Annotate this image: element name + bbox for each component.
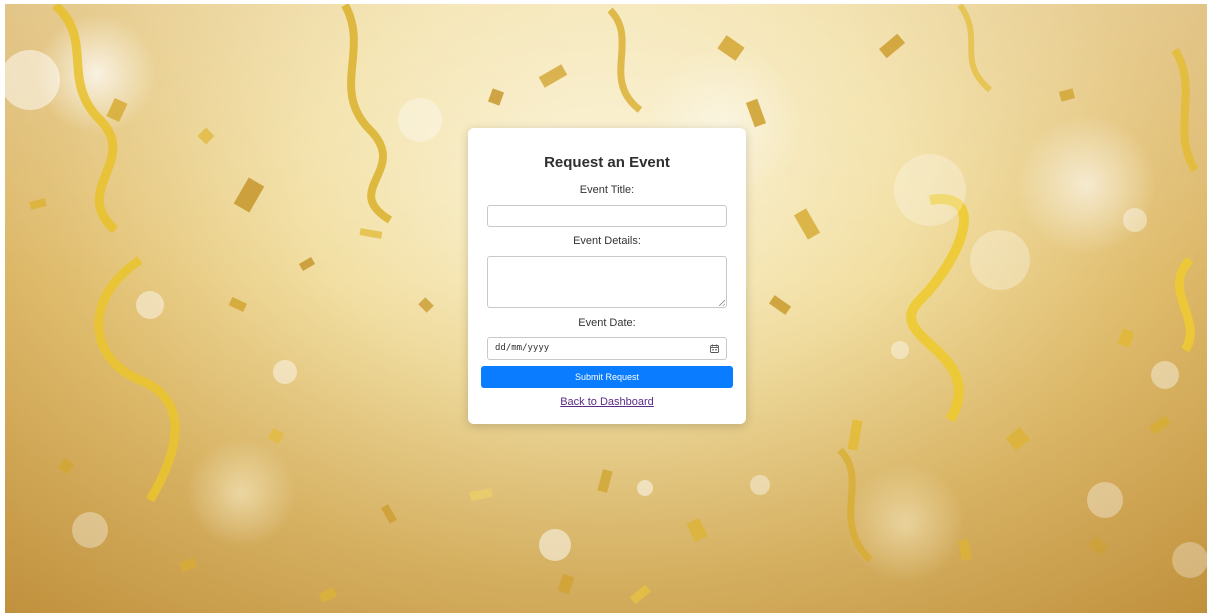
form-title: Request an Event <box>544 154 670 171</box>
event-details-label: Event Details: <box>573 235 641 247</box>
back-to-dashboard-link[interactable]: Back to Dashboard <box>560 396 654 408</box>
request-event-card: Request an Event Event Title: Event Deta… <box>468 128 746 424</box>
event-details-textarea[interactable] <box>487 256 727 308</box>
left-border <box>0 0 5 616</box>
resize-grip-icon[interactable] <box>719 300 725 306</box>
event-date-input[interactable]: dd/mm/yyyy <box>487 337 727 360</box>
page-background: Request an Event Event Title: Event Deta… <box>0 0 1207 616</box>
event-title-input[interactable] <box>487 205 727 227</box>
top-border <box>0 0 1207 4</box>
event-title-label: Event Title: <box>579 184 635 196</box>
event-date-label: Event Date: <box>578 317 636 329</box>
calendar-icon[interactable] <box>710 344 719 353</box>
event-date-placeholder: dd/mm/yyyy <box>495 343 550 353</box>
submit-request-button[interactable]: Submit Request <box>481 366 733 388</box>
